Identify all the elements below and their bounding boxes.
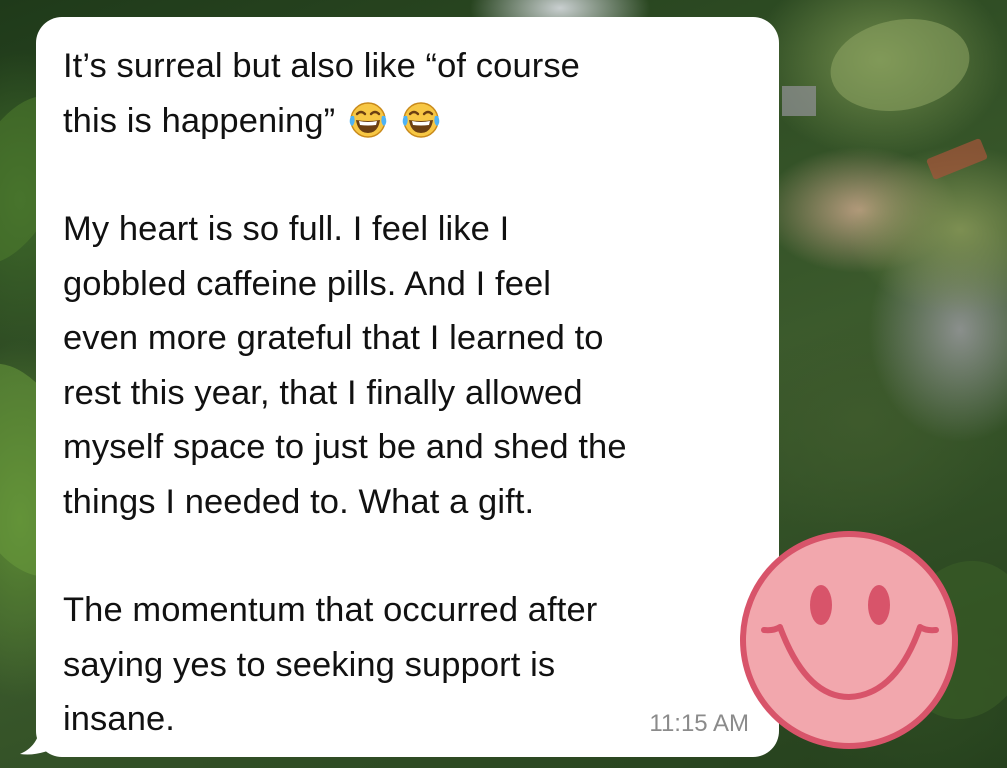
message-line: rest this year, that I finally allowed — [63, 373, 583, 412]
roof — [925, 137, 989, 181]
smiley-face-sticker-icon — [740, 531, 958, 749]
message-line: The momentum that occurred after — [63, 591, 598, 629]
message-line: this is happening” — [63, 94, 749, 149]
message-text: It’s surreal but also like “of course th… — [63, 39, 749, 747]
message-bubble[interactable]: It’s surreal but also like “of course th… — [36, 17, 779, 757]
message-line-text: this is happening” — [63, 101, 336, 140]
message-line: gobbled caffeine pills. And I feel — [63, 264, 552, 303]
message-line: It’s surreal but also like “of course — [63, 47, 580, 85]
tree-foliage — [823, 8, 977, 122]
message-line: saying yes to seeking support is — [63, 645, 556, 684]
message-line: My heart is so full. I feel like I — [63, 210, 510, 248]
message-line: myself space to just be and shed the — [63, 428, 627, 466]
message-line: things I needed to. What a gift. — [63, 482, 535, 521]
message-line: even more grateful that I learned to — [63, 319, 604, 357]
message-line: insane. — [63, 700, 175, 738]
face-with-tears-of-joy-icon — [348, 99, 388, 139]
face-with-tears-of-joy-icon — [401, 99, 441, 139]
shed — [782, 86, 816, 116]
message-timestamp: 11:15 AM — [649, 710, 749, 737]
